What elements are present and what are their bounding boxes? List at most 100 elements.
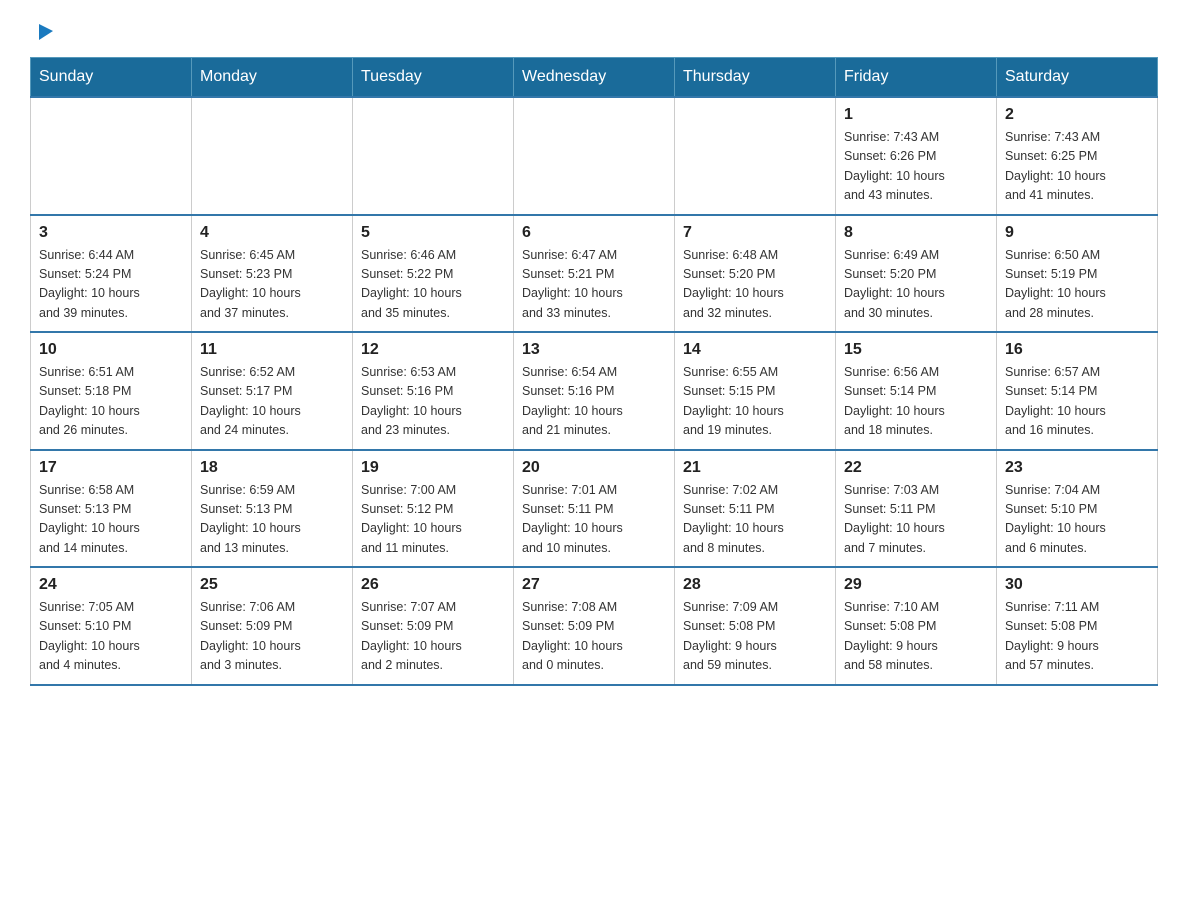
calendar-day-cell: 14 Sunrise: 6:55 AM Sunset: 5:15 PM Dayli…: [675, 332, 836, 450]
day-number: 23: [1005, 459, 1149, 477]
logo-arrow-icon: [33, 20, 55, 47]
calendar-day-cell: 22 Sunrise: 7:03 AM Sunset: 5:11 PM Dayli…: [836, 450, 997, 568]
day-number: 29: [844, 576, 988, 594]
day-number: 16: [1005, 341, 1149, 359]
calendar-day-cell: 17 Sunrise: 6:58 AM Sunset: 5:13 PM Dayli…: [31, 450, 192, 568]
day-number: 8: [844, 224, 988, 242]
calendar-day-cell: 21 Sunrise: 7:02 AM Sunset: 5:11 PM Dayli…: [675, 450, 836, 568]
day-info: Sunrise: 7:04 AM Sunset: 5:10 PM Dayligh…: [1005, 481, 1149, 559]
calendar-day-cell: 29 Sunrise: 7:10 AM Sunset: 5:08 PM Dayli…: [836, 567, 997, 685]
weekday-header-saturday: Saturday: [997, 58, 1158, 98]
calendar-day-cell: [353, 97, 514, 215]
calendar-day-cell: 1 Sunrise: 7:43 AM Sunset: 6:26 PM Daylig…: [836, 97, 997, 215]
day-info: Sunrise: 6:46 AM Sunset: 5:22 PM Dayligh…: [361, 246, 505, 324]
weekday-header-tuesday: Tuesday: [353, 58, 514, 98]
calendar-day-cell: 18 Sunrise: 6:59 AM Sunset: 5:13 PM Dayli…: [192, 450, 353, 568]
day-number: 27: [522, 576, 666, 594]
weekday-header-thursday: Thursday: [675, 58, 836, 98]
day-number: 19: [361, 459, 505, 477]
day-info: Sunrise: 7:11 AM Sunset: 5:08 PM Dayligh…: [1005, 598, 1149, 676]
day-info: Sunrise: 7:00 AM Sunset: 5:12 PM Dayligh…: [361, 481, 505, 559]
weekday-header-wednesday: Wednesday: [514, 58, 675, 98]
calendar-day-cell: 11 Sunrise: 6:52 AM Sunset: 5:17 PM Dayli…: [192, 332, 353, 450]
calendar-day-cell: 3 Sunrise: 6:44 AM Sunset: 5:24 PM Daylig…: [31, 215, 192, 333]
day-info: Sunrise: 7:06 AM Sunset: 5:09 PM Dayligh…: [200, 598, 344, 676]
day-number: 10: [39, 341, 183, 359]
day-info: Sunrise: 7:10 AM Sunset: 5:08 PM Dayligh…: [844, 598, 988, 676]
day-number: 7: [683, 224, 827, 242]
calendar-week-row: 1 Sunrise: 7:43 AM Sunset: 6:26 PM Daylig…: [31, 97, 1158, 215]
calendar-day-cell: 25 Sunrise: 7:06 AM Sunset: 5:09 PM Dayli…: [192, 567, 353, 685]
day-info: Sunrise: 6:49 AM Sunset: 5:20 PM Dayligh…: [844, 246, 988, 324]
day-info: Sunrise: 6:50 AM Sunset: 5:19 PM Dayligh…: [1005, 246, 1149, 324]
day-info: Sunrise: 7:02 AM Sunset: 5:11 PM Dayligh…: [683, 481, 827, 559]
calendar-week-row: 17 Sunrise: 6:58 AM Sunset: 5:13 PM Dayli…: [31, 450, 1158, 568]
day-number: 30: [1005, 576, 1149, 594]
day-info: Sunrise: 7:43 AM Sunset: 6:25 PM Dayligh…: [1005, 128, 1149, 206]
weekday-header-friday: Friday: [836, 58, 997, 98]
calendar-day-cell: 15 Sunrise: 6:56 AM Sunset: 5:14 PM Dayli…: [836, 332, 997, 450]
calendar-day-cell: 27 Sunrise: 7:08 AM Sunset: 5:09 PM Dayli…: [514, 567, 675, 685]
calendar-day-cell: [192, 97, 353, 215]
calendar-day-cell: 6Sunrise: 6:47 AM Sunset: 5:21 PM Daylig…: [514, 215, 675, 333]
calendar-day-cell: [675, 97, 836, 215]
page-header: [30, 20, 1158, 47]
weekday-header-row: SundayMondayTuesdayWednesdayThursdayFrid…: [31, 58, 1158, 98]
day-info: Sunrise: 7:03 AM Sunset: 5:11 PM Dayligh…: [844, 481, 988, 559]
day-info: Sunrise: 7:01 AM Sunset: 5:11 PM Dayligh…: [522, 481, 666, 559]
calendar-week-row: 24Sunrise: 7:05 AM Sunset: 5:10 PM Dayli…: [31, 567, 1158, 685]
day-number: 4: [200, 224, 344, 242]
calendar-day-cell: 24Sunrise: 7:05 AM Sunset: 5:10 PM Dayli…: [31, 567, 192, 685]
day-info: Sunrise: 6:52 AM Sunset: 5:17 PM Dayligh…: [200, 363, 344, 441]
day-number: 25: [200, 576, 344, 594]
weekday-header-monday: Monday: [192, 58, 353, 98]
calendar-day-cell: 23 Sunrise: 7:04 AM Sunset: 5:10 PM Dayli…: [997, 450, 1158, 568]
day-number: 2: [1005, 106, 1149, 124]
day-number: 1: [844, 106, 988, 124]
day-number: 20: [522, 459, 666, 477]
calendar-day-cell: 19 Sunrise: 7:00 AM Sunset: 5:12 PM Dayli…: [353, 450, 514, 568]
day-number: 14: [683, 341, 827, 359]
calendar-day-cell: 28Sunrise: 7:09 AM Sunset: 5:08 PM Dayli…: [675, 567, 836, 685]
day-number: 6: [522, 224, 666, 242]
day-number: 28: [683, 576, 827, 594]
day-number: 9: [1005, 224, 1149, 242]
day-info: Sunrise: 6:58 AM Sunset: 5:13 PM Dayligh…: [39, 481, 183, 559]
day-number: 5: [361, 224, 505, 242]
weekday-header-sunday: Sunday: [31, 58, 192, 98]
day-number: 21: [683, 459, 827, 477]
day-number: 3: [39, 224, 183, 242]
day-number: 13: [522, 341, 666, 359]
day-info: Sunrise: 6:54 AM Sunset: 5:16 PM Dayligh…: [522, 363, 666, 441]
calendar-day-cell: [31, 97, 192, 215]
day-info: Sunrise: 6:51 AM Sunset: 5:18 PM Dayligh…: [39, 363, 183, 441]
day-number: 11: [200, 341, 344, 359]
calendar-day-cell: 10 Sunrise: 6:51 AM Sunset: 5:18 PM Dayli…: [31, 332, 192, 450]
day-number: 18: [200, 459, 344, 477]
day-number: 26: [361, 576, 505, 594]
day-number: 22: [844, 459, 988, 477]
calendar-day-cell: 12Sunrise: 6:53 AM Sunset: 5:16 PM Dayli…: [353, 332, 514, 450]
day-number: 15: [844, 341, 988, 359]
day-info: Sunrise: 7:08 AM Sunset: 5:09 PM Dayligh…: [522, 598, 666, 676]
calendar-day-cell: 16Sunrise: 6:57 AM Sunset: 5:14 PM Dayli…: [997, 332, 1158, 450]
day-info: Sunrise: 7:07 AM Sunset: 5:09 PM Dayligh…: [361, 598, 505, 676]
calendar-table: SundayMondayTuesdayWednesdayThursdayFrid…: [30, 57, 1158, 686]
calendar-week-row: 3 Sunrise: 6:44 AM Sunset: 5:24 PM Daylig…: [31, 215, 1158, 333]
day-info: Sunrise: 6:44 AM Sunset: 5:24 PM Dayligh…: [39, 246, 183, 324]
calendar-day-cell: 2 Sunrise: 7:43 AM Sunset: 6:25 PM Daylig…: [997, 97, 1158, 215]
calendar-day-cell: 4 Sunrise: 6:45 AM Sunset: 5:23 PM Daylig…: [192, 215, 353, 333]
day-info: Sunrise: 6:56 AM Sunset: 5:14 PM Dayligh…: [844, 363, 988, 441]
day-info: Sunrise: 7:05 AM Sunset: 5:10 PM Dayligh…: [39, 598, 183, 676]
calendar-day-cell: 8 Sunrise: 6:49 AM Sunset: 5:20 PM Daylig…: [836, 215, 997, 333]
day-info: Sunrise: 6:45 AM Sunset: 5:23 PM Dayligh…: [200, 246, 344, 324]
day-number: 17: [39, 459, 183, 477]
calendar-day-cell: 26 Sunrise: 7:07 AM Sunset: 5:09 PM Dayli…: [353, 567, 514, 685]
calendar-day-cell: 30 Sunrise: 7:11 AM Sunset: 5:08 PM Dayli…: [997, 567, 1158, 685]
calendar-day-cell: 7Sunrise: 6:48 AM Sunset: 5:20 PM Daylig…: [675, 215, 836, 333]
day-info: Sunrise: 7:43 AM Sunset: 6:26 PM Dayligh…: [844, 128, 988, 206]
day-info: Sunrise: 6:55 AM Sunset: 5:15 PM Dayligh…: [683, 363, 827, 441]
day-info: Sunrise: 6:59 AM Sunset: 5:13 PM Dayligh…: [200, 481, 344, 559]
logo: [30, 20, 55, 47]
calendar-day-cell: [514, 97, 675, 215]
